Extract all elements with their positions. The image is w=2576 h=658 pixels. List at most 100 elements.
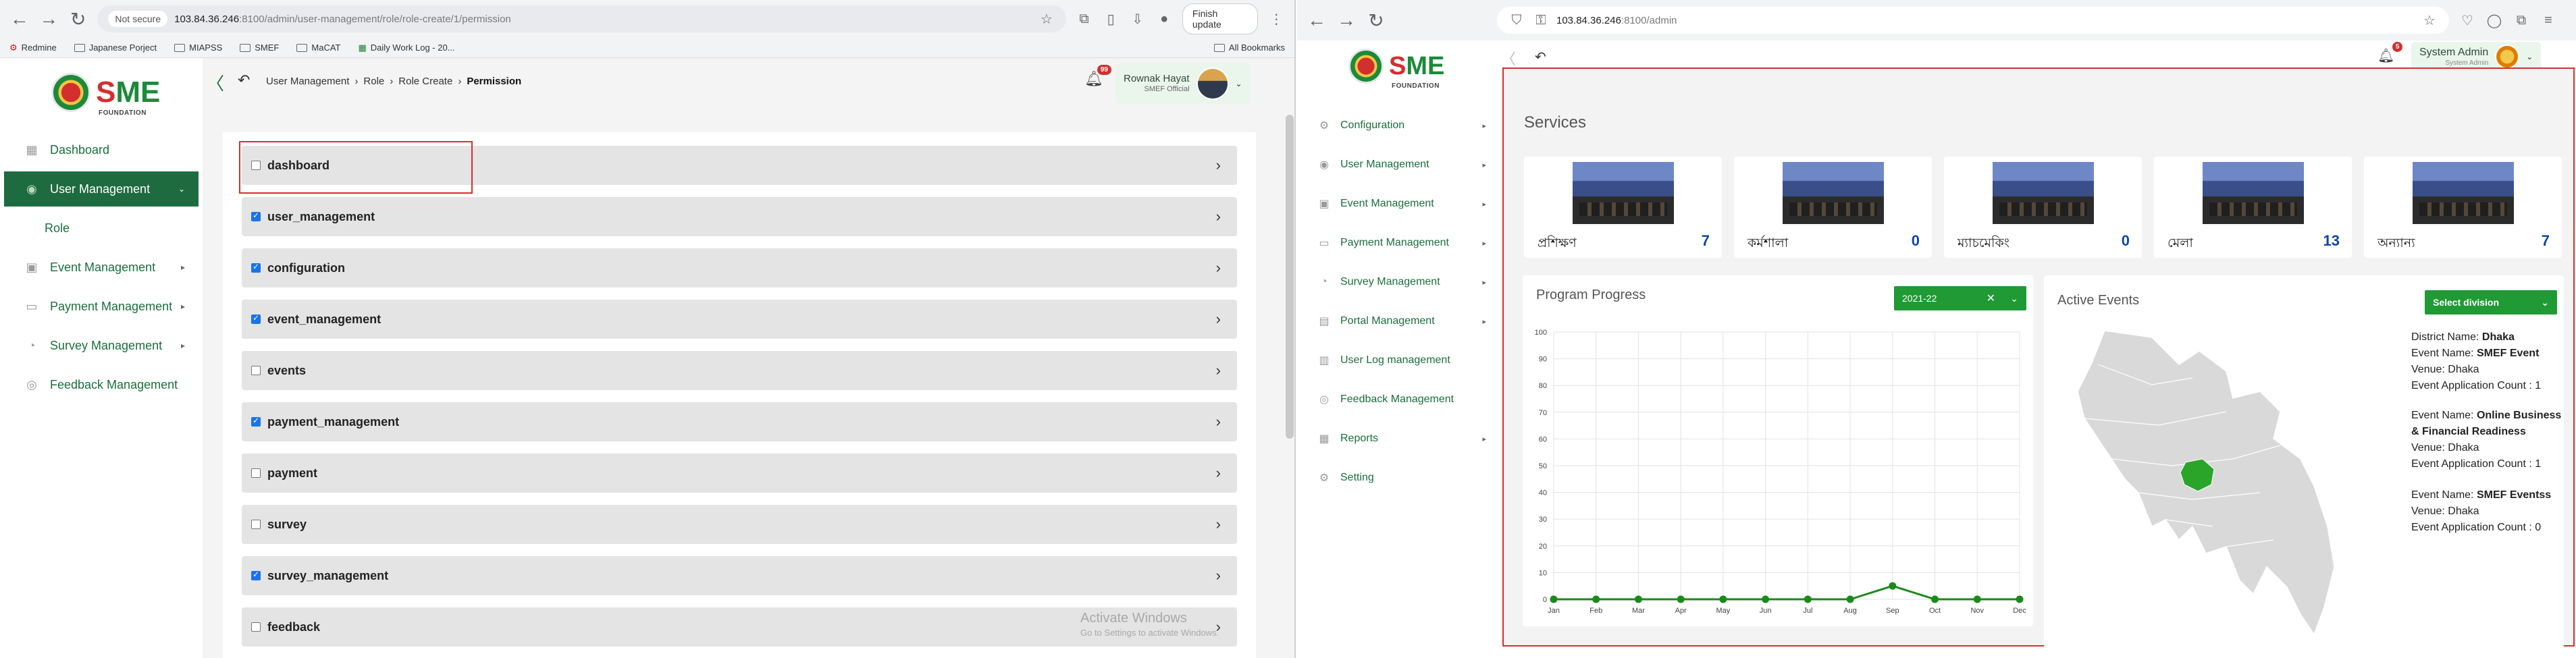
bangladesh-map[interactable] bbox=[2057, 324, 2355, 641]
sidebar-item-event-management[interactable]: ▣ Event Management ▸ bbox=[1317, 190, 1486, 217]
chevron-right-icon[interactable]: › bbox=[1216, 157, 1221, 174]
service-card-fair[interactable]: মেলা 13 bbox=[2154, 157, 2352, 258]
forward-icon[interactable]: → bbox=[1336, 9, 1357, 31]
sidebar-item-configuration[interactable]: ⚙ Configuration ▸ bbox=[1317, 112, 1486, 139]
clear-icon[interactable]: ✕ bbox=[1987, 292, 1995, 305]
back-arrow-icon[interactable]: ↶ bbox=[1535, 49, 1546, 65]
url-text[interactable]: 103.84.36.246:8100/admin/user-management… bbox=[174, 13, 1031, 25]
smef-logo[interactable]: SME FOUNDATION bbox=[1348, 49, 1444, 90]
back-icon[interactable]: ← bbox=[1307, 9, 1327, 31]
bookmark-daily-work-log[interactable]: ▦ Daily Work Log - 20... bbox=[359, 43, 455, 53]
permission-row-user-management[interactable]: user_management › bbox=[242, 197, 1237, 236]
chevron-right-icon[interactable]: › bbox=[1216, 413, 1221, 431]
chevron-right-icon[interactable]: › bbox=[1216, 464, 1221, 482]
sidebar-item-event-management[interactable]: ▣ Event Management ▸ bbox=[4, 250, 199, 285]
division-select[interactable]: Select division ⌄ bbox=[2425, 290, 2557, 314]
chevron-right-icon[interactable]: › bbox=[1216, 208, 1221, 225]
permission-row-event-management[interactable]: event_management › bbox=[242, 300, 1237, 339]
star-icon[interactable]: ☆ bbox=[2421, 12, 2438, 29]
year-select[interactable]: 2021-22 ✕ ⌄ bbox=[1894, 286, 2026, 310]
sidebar-item-feedback-management[interactable]: ◎ Feedback Management bbox=[1317, 386, 1486, 413]
forward-icon[interactable]: → bbox=[38, 8, 58, 30]
bookmark-smef[interactable]: SMEF bbox=[240, 43, 279, 53]
bookmark-japanese-project[interactable]: Japanese Porject bbox=[74, 43, 157, 53]
sidebar-item-user-management[interactable]: ◉ User Management ⌄ bbox=[4, 171, 199, 207]
sidebar-item-role[interactable]: Role bbox=[4, 211, 199, 246]
notification-bell-icon[interactable]: 🔔︎ 5 bbox=[2377, 42, 2403, 64]
breadcrumb-role-create[interactable]: Role Create bbox=[398, 76, 452, 87]
pocket-icon[interactable]: ♡ bbox=[2459, 12, 2476, 29]
star-icon[interactable]: ☆ bbox=[1038, 11, 1055, 28]
sidebar-item-user-log-management[interactable]: ▥ User Log management bbox=[1317, 347, 1486, 374]
back-arrow-icon[interactable]: ↶ bbox=[238, 72, 250, 89]
menu-icon[interactable]: ⋮ bbox=[1267, 11, 1285, 28]
reload-icon[interactable]: ↻ bbox=[1366, 9, 1386, 32]
service-image bbox=[2203, 162, 2304, 224]
sidebar-item-survey-management[interactable]: ◔ Survey Management ▸ bbox=[4, 328, 199, 363]
not-secure-badge[interactable]: Not secure bbox=[108, 11, 168, 27]
sidebar-item-payment-management[interactable]: ▭ Payment Management ▸ bbox=[1317, 229, 1486, 256]
permission-checkbox[interactable] bbox=[251, 366, 261, 375]
permission-row-survey[interactable]: survey › bbox=[242, 505, 1237, 544]
permission-checkbox[interactable] bbox=[251, 520, 261, 529]
account-icon[interactable]: ◯ bbox=[2486, 12, 2503, 29]
breadcrumb-user-management[interactable]: User Management bbox=[266, 76, 349, 87]
chevron-right-icon[interactable]: › bbox=[1216, 310, 1221, 328]
service-card-matchmaking[interactable]: ম্যাচমেকিং 0 bbox=[1944, 157, 2142, 258]
address-bar[interactable]: Not secure 103.84.36.246:8100/admin/user… bbox=[97, 5, 1066, 32]
finish-update-button[interactable]: Finish update bbox=[1182, 3, 1259, 34]
service-card-workshop[interactable]: কর্মশালা 0 bbox=[1734, 157, 1932, 258]
sidebar-item-user-management[interactable]: ◉ User Management ▸ bbox=[1317, 151, 1486, 178]
sidebar-icon[interactable]: ▯ bbox=[1102, 11, 1120, 28]
permission-row-payment[interactable]: payment › bbox=[242, 454, 1237, 493]
permission-checkbox[interactable] bbox=[251, 570, 261, 580]
permission-row-payment-management[interactable]: payment_management › bbox=[242, 402, 1237, 441]
permission-checkbox[interactable] bbox=[251, 262, 261, 273]
chevron-right-icon[interactable]: › bbox=[1216, 567, 1221, 584]
user-menu[interactable]: Rownak Hayat SMEF Official ⌄ bbox=[1115, 63, 1251, 104]
sidebar-item-dashboard[interactable]: ▦ Dashboard bbox=[4, 132, 199, 167]
bookmark-miapss[interactable]: MIAPSS bbox=[174, 43, 222, 53]
permission-row-survey-management[interactable]: survey_management › bbox=[242, 556, 1237, 595]
user-role: SMEF Official bbox=[1144, 85, 1190, 94]
permission-checkbox[interactable] bbox=[251, 622, 261, 632]
chevron-right-icon[interactable]: › bbox=[1216, 516, 1221, 533]
permission-checkbox[interactable] bbox=[251, 211, 261, 221]
breadcrumb-role[interactable]: Role bbox=[363, 76, 384, 87]
permission-row-events[interactable]: events › bbox=[242, 351, 1237, 390]
sidebar-item-payment-management[interactable]: ▭ Payment Management ▸ bbox=[4, 289, 199, 324]
profile-icon[interactable]: ● bbox=[1155, 11, 1173, 27]
chevron-down-icon[interactable]: ⌄ bbox=[2010, 293, 2018, 304]
bookmark-macat[interactable]: MaCAT bbox=[296, 43, 341, 53]
extensions-icon[interactable]: ⧉ bbox=[1076, 11, 1093, 27]
sidebar-item-reports[interactable]: ▦ Reports ▸ bbox=[1317, 425, 1486, 452]
sidebar-item-survey-management[interactable]: ◔ Survey Management ▸ bbox=[1317, 269, 1486, 296]
notification-bell-icon[interactable]: 🔔︎ 99 bbox=[1084, 65, 1111, 88]
bookmark-redmine[interactable]: ⚙ Redmine bbox=[9, 43, 57, 53]
permission-checkbox[interactable] bbox=[251, 416, 261, 427]
sidebar-item-feedback-management[interactable]: ◎ Feedback Management bbox=[4, 367, 199, 402]
sidebar-item-portal-management[interactable]: ▤ Portal Management ▸ bbox=[1317, 308, 1486, 335]
connection-icon[interactable]: ⚿ bbox=[1532, 13, 1550, 28]
address-bar[interactable]: ⛉ ⚿ 103.84.36.246:8100/admin ☆ bbox=[1497, 7, 2449, 34]
all-bookmarks[interactable]: All Bookmarks bbox=[1213, 43, 1285, 53]
reload-icon[interactable]: ↻ bbox=[68, 8, 88, 30]
sidebar-item-setting[interactable]: ⚙ Setting bbox=[1317, 464, 1486, 491]
menu-icon[interactable]: ≡ bbox=[2540, 13, 2557, 28]
service-card-others[interactable]: অন্যান্য 7 bbox=[2364, 157, 2562, 258]
service-card-training[interactable]: প্রশিক্ষণ 7 bbox=[1524, 157, 1722, 258]
extensions-icon[interactable]: ⧉ bbox=[2513, 13, 2530, 28]
collapse-sidebar-icon[interactable]: 〈 bbox=[1501, 47, 1516, 69]
chevron-right-icon[interactable]: › bbox=[1216, 259, 1221, 277]
url-text[interactable]: 103.84.36.246:8100/admin bbox=[1556, 15, 2414, 26]
back-icon[interactable]: ← bbox=[9, 8, 29, 30]
permission-row-configuration[interactable]: configuration › bbox=[242, 248, 1237, 287]
permission-checkbox[interactable] bbox=[251, 468, 261, 478]
smef-logo[interactable]: SME FOUNDATION bbox=[51, 73, 160, 117]
chevron-right-icon[interactable]: › bbox=[1216, 362, 1221, 379]
scrollbar[interactable] bbox=[1286, 115, 1294, 439]
permission-label: event_management bbox=[267, 312, 382, 326]
collapse-sidebar-icon[interactable]: 〈 bbox=[207, 70, 224, 95]
permission-checkbox[interactable] bbox=[251, 313, 261, 324]
download-icon[interactable]: ⇩ bbox=[1129, 11, 1147, 28]
